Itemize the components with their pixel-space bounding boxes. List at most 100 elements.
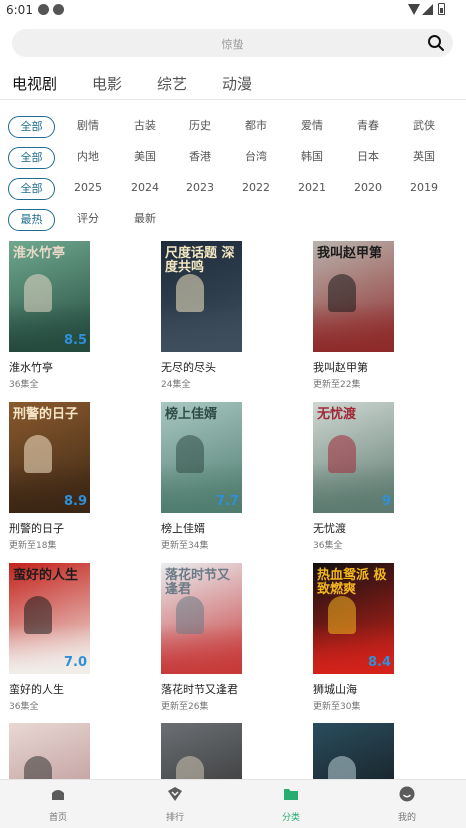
rating-badge: 9 (381, 494, 391, 509)
filter-sort: 最热 评分 最新 (0, 209, 466, 231)
poster-figure (327, 435, 356, 474)
filter-genre: 全部 剧情 古装 历史 都市 爱情 青春 武侠 (0, 116, 466, 138)
filter-chip[interactable]: 台湾 (231, 147, 281, 169)
poster-figure (175, 596, 204, 635)
video-title[interactable]: 狮城山海 (313, 681, 357, 697)
filter-chip[interactable]: 爱情 (287, 116, 337, 138)
video-title[interactable]: 落花时节又逢君 (161, 681, 238, 697)
bottom-nav: 首页 排行 分类 我的 (0, 779, 466, 828)
video-title[interactable]: 无忧渡 (313, 520, 346, 536)
tab-variety[interactable]: 综艺 (157, 73, 187, 94)
poster-title: 无忧渡 (317, 407, 357, 422)
filter-chip[interactable]: 古装 (120, 116, 170, 138)
wifi-icon (408, 4, 420, 15)
filter-chip[interactable]: 美国 (120, 147, 170, 169)
poster-image[interactable]: 落花时节又逢君 (161, 563, 242, 674)
filter-chip[interactable]: 香港 (175, 147, 225, 169)
tab-tv-series[interactable]: 电视剧 (12, 73, 57, 94)
video-title[interactable]: 无尽的尽头 (161, 359, 216, 375)
poster-image[interactable]: 榜上佳婿 7.7 (161, 402, 242, 513)
poster-image[interactable]: 蛮好的人生 7.0 (9, 563, 90, 674)
poster-title: 热血鸳派 极致燃爽 (317, 568, 387, 597)
filter-year: 全部 2025 2024 2023 2022 2021 2020 2019 (0, 178, 466, 200)
tab-anime[interactable]: 动漫 (222, 73, 252, 94)
status-time: 6:01 (6, 3, 33, 17)
profile-icon (399, 786, 415, 802)
filter-chip[interactable]: 全部 (8, 147, 55, 169)
filter-chip[interactable]: 都市 (231, 116, 281, 138)
poster-image[interactable]: 尺度话题 深度共鸣 (161, 241, 242, 352)
category-page: 6:01 惊蛰 电视剧 电影 综艺 动漫 全部 剧情 古装 历史 都市 爱情 青春 武侠 全部… (0, 0, 466, 828)
rating-badge: 8.9 (63, 494, 87, 509)
rating-badge: 7.7 (215, 494, 239, 509)
tab-movie[interactable]: 电影 (92, 73, 122, 94)
filter-chip[interactable]: 武侠 (399, 116, 449, 138)
ranking-icon (168, 787, 182, 801)
filter-chip[interactable]: 内地 (63, 147, 113, 169)
poster-title: 我叫赵甲第 (317, 246, 383, 261)
nav-home[interactable]: 首页 (28, 786, 88, 823)
rating-badge: 8.5 (63, 333, 87, 348)
status-bar: 6:01 (0, 0, 466, 20)
filter-chip[interactable]: 2019 (399, 178, 449, 200)
filter-chip[interactable]: 2024 (120, 178, 170, 200)
filter-chip[interactable]: 评分 (63, 209, 113, 231)
filter-chip[interactable]: 全部 (8, 116, 55, 138)
filter-chip[interactable]: 日本 (343, 147, 393, 169)
filter-chip[interactable]: 青春 (343, 116, 393, 138)
filter-chip[interactable]: 2025 (63, 178, 113, 200)
video-title[interactable]: 淮水竹亭 (9, 359, 53, 375)
video-title[interactable]: 榜上佳婿 (161, 520, 205, 536)
poster-title: 落花时节又逢君 (165, 568, 231, 597)
video-title[interactable]: 我叫赵甲第 (313, 359, 368, 375)
episode-status: 更新至30集 (313, 702, 361, 712)
nav-profile[interactable]: 我的 (377, 786, 437, 823)
filter-chip[interactable]: 历史 (175, 116, 225, 138)
episode-status: 36集全 (9, 380, 39, 390)
filter-chip[interactable]: 剧情 (63, 116, 113, 138)
poster-title: 刑警的日子 (13, 407, 79, 422)
poster-figure (175, 274, 204, 313)
poster-image[interactable]: 热血鸳派 极致燃爽 8.4 (313, 563, 394, 674)
nav-ranking[interactable]: 排行 (145, 786, 205, 823)
home-icon (52, 790, 64, 800)
poster-image[interactable]: 我叫赵甲第 (313, 241, 394, 352)
episode-status: 更新至18集 (9, 541, 57, 551)
video-title[interactable]: 刑警的日子 (9, 520, 64, 536)
rating-badge: 8.4 (367, 655, 391, 670)
filter-chip[interactable]: 2021 (287, 178, 337, 200)
episode-status: 更新至26集 (161, 702, 209, 712)
filter-chip[interactable]: 2022 (231, 178, 281, 200)
episode-status: 36集全 (9, 702, 39, 712)
episode-status: 更新至22集 (313, 380, 361, 390)
poster-image[interactable]: 淮水竹亭 8.5 (9, 241, 90, 352)
nav-category[interactable]: 分类 (261, 786, 321, 823)
filter-chip[interactable]: 韩国 (287, 147, 337, 169)
category-tabs: 电视剧 电影 综艺 动漫 (0, 70, 466, 100)
poster-image[interactable]: 刑警的日子 8.9 (9, 402, 90, 513)
filter-chip[interactable]: 2023 (175, 178, 225, 200)
poster-title: 尺度话题 深度共鸣 (165, 246, 235, 275)
notification-icon (53, 4, 64, 15)
filter-chip[interactable]: 2020 (343, 178, 393, 200)
filter-chip[interactable]: 英国 (399, 147, 449, 169)
folder-icon (284, 789, 298, 800)
poster-image[interactable]: 无忧渡 9 (313, 402, 394, 513)
video-title[interactable]: 蛮好的人生 (9, 681, 64, 697)
search-icon[interactable] (427, 34, 445, 52)
poster-title: 淮水竹亭 (13, 246, 66, 261)
episode-status: 36集全 (313, 541, 343, 551)
search-bar[interactable]: 惊蛰 (12, 29, 453, 57)
nav-home-label: 首页 (48, 813, 67, 823)
nav-ranking-label: 排行 (165, 813, 184, 823)
filter-chip[interactable]: 最热 (8, 209, 55, 231)
poster-figure (23, 596, 52, 635)
battery-icon (438, 3, 445, 15)
poster-figure (23, 435, 52, 474)
filter-chip[interactable]: 全部 (8, 178, 55, 200)
filter-chip[interactable]: 最新 (120, 209, 170, 231)
notification-icon (38, 4, 49, 15)
episode-status: 24集全 (161, 380, 191, 390)
poster-figure (327, 274, 356, 313)
poster-title: 榜上佳婿 (165, 407, 218, 422)
